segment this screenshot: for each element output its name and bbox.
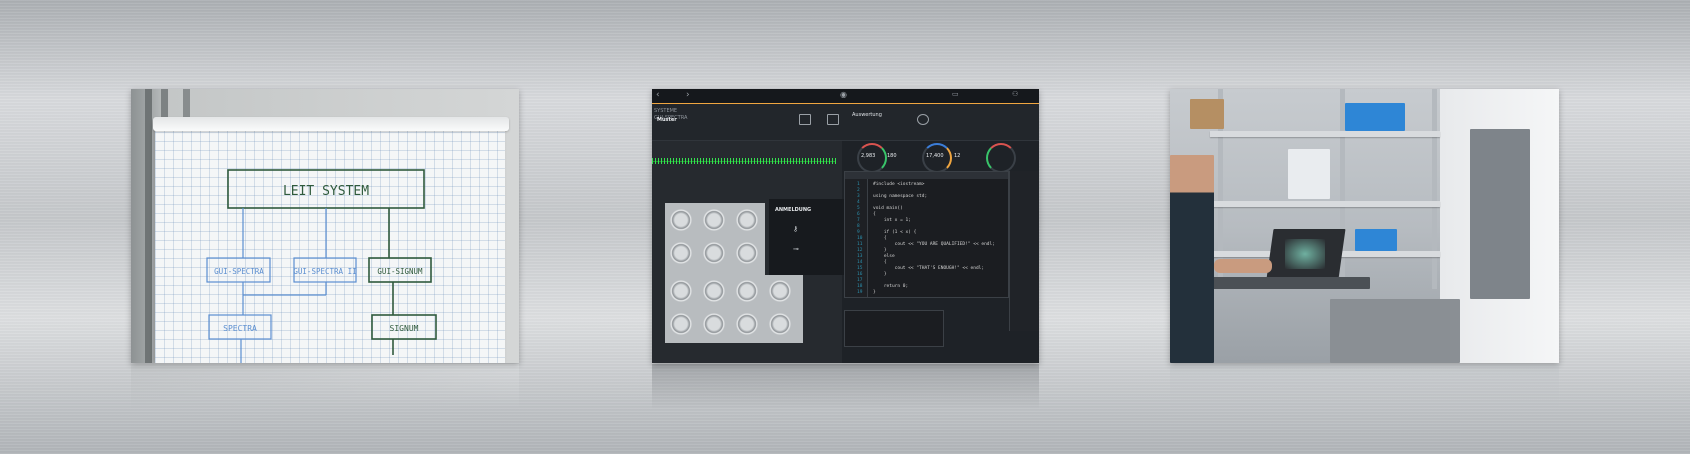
person xyxy=(1170,155,1214,363)
code-line: } xyxy=(873,248,887,253)
line-number: 9 xyxy=(857,230,860,235)
code-line: cout << "YOU ARE QUALIFIED!" << endl; xyxy=(873,242,995,247)
code-line: else xyxy=(873,254,895,259)
code-line: if (1 < x) { xyxy=(873,230,917,235)
code-line: { xyxy=(873,212,876,217)
line-number: 2 xyxy=(857,188,860,193)
machine-housing xyxy=(1330,299,1460,363)
line-number: 15 xyxy=(857,266,863,271)
signal-trace xyxy=(652,158,836,164)
lab-photo xyxy=(1170,89,1559,363)
forward-icon: › xyxy=(686,90,690,100)
tool-button[interactable] xyxy=(799,114,811,125)
line-number: 18 xyxy=(857,284,863,289)
spectra-label: SPECTRA xyxy=(223,324,257,333)
code-editor[interactable]: 1 #include <iostream> 2 3 using namespace st… xyxy=(844,171,1009,298)
login-panel: ANMELDUNG ⚷ ⊸ xyxy=(769,199,844,275)
container-stack xyxy=(1288,149,1330,199)
code-line: return 0; xyxy=(873,284,909,289)
window-icon: ▭ xyxy=(952,90,959,98)
line-number: 6 xyxy=(857,212,860,217)
line-number: 12 xyxy=(857,248,863,253)
line-number: 17 xyxy=(857,278,863,283)
flipchart-image: LEIT SYSTEM GUI-SPECTRA GUI-SPECTRA II G… xyxy=(131,89,519,363)
tab-active[interactable]: Auswertung xyxy=(852,112,882,118)
eye-icon: ◉ xyxy=(840,90,847,99)
blue-crate xyxy=(1355,229,1397,251)
line-number: 16 xyxy=(857,272,863,277)
back-icon: ‹ xyxy=(656,90,660,100)
photo-reflection xyxy=(1170,364,1559,410)
side-pane xyxy=(1009,171,1039,331)
user-icon: ⚇ xyxy=(1012,90,1019,98)
line-number: 13 xyxy=(857,254,863,259)
output-pane xyxy=(844,310,944,347)
machine-arm xyxy=(1470,129,1530,299)
software-reflection xyxy=(652,364,1039,410)
line-number: 5 xyxy=(857,206,860,211)
code-line: using namespace std; xyxy=(873,194,928,199)
3d-model xyxy=(1285,239,1325,269)
software-screenshot: ‹ › ◉ ▭ ⚇ SYSTEME GUI-SPECTRA Auswertung… xyxy=(652,89,1039,363)
blue-crate xyxy=(1345,103,1405,131)
code-line: cout << "THAT'S ENOUGH!" << endl; xyxy=(873,266,985,271)
system-diagram: LEIT SYSTEM GUI-SPECTRA GUI-SPECTRA II G… xyxy=(206,169,437,363)
code-line: { xyxy=(873,236,887,241)
line-number: 8 xyxy=(857,224,860,229)
gui-spectra-label: GUI-SPECTRA xyxy=(214,267,264,276)
editor-header xyxy=(845,172,1008,179)
gauge xyxy=(986,143,1016,173)
line-number: 1 xyxy=(857,182,860,187)
code-line: #include <iostream> xyxy=(873,182,925,187)
login-title: ANMELDUNG xyxy=(775,207,812,213)
app-topbar: ‹ › ◉ ▭ ⚇ xyxy=(652,89,1039,104)
signum-label: SIGNUM xyxy=(390,324,419,333)
help-icon[interactable] xyxy=(917,114,929,125)
tool-button[interactable] xyxy=(827,114,839,125)
line-number: 10 xyxy=(857,236,863,241)
app-toolbar: SYSTEME GUI-SPECTRA Auswertung xyxy=(652,104,1039,141)
code-line: } xyxy=(873,272,887,277)
key-icon[interactable]: ⚷ xyxy=(793,225,798,233)
cardboard-box xyxy=(1190,99,1224,129)
line-number: 7 xyxy=(857,218,860,223)
gui-signum-label: GUI-SIGNUM xyxy=(377,267,423,276)
gui-spectra-2-label: GUI-SPECTRA II xyxy=(293,267,356,276)
pattern-label: Muster xyxy=(657,117,677,123)
leitsystem-label: LEIT SYSTEM xyxy=(283,184,369,199)
code-line: } xyxy=(873,290,876,295)
line-number: 4 xyxy=(857,200,860,205)
line-number: 11 xyxy=(857,242,863,247)
flipchart-reflection xyxy=(131,364,519,410)
arm xyxy=(1214,259,1272,273)
code-line: { xyxy=(873,260,887,265)
laptop-keyboard xyxy=(1210,277,1370,289)
lock-icon[interactable]: ⊸ xyxy=(793,245,799,253)
line-number: 3 xyxy=(857,194,860,199)
code-line: void main() xyxy=(873,206,903,211)
line-number: 19 xyxy=(857,290,863,295)
code-line: int x = 1; xyxy=(873,218,911,223)
line-number: 14 xyxy=(857,260,863,265)
